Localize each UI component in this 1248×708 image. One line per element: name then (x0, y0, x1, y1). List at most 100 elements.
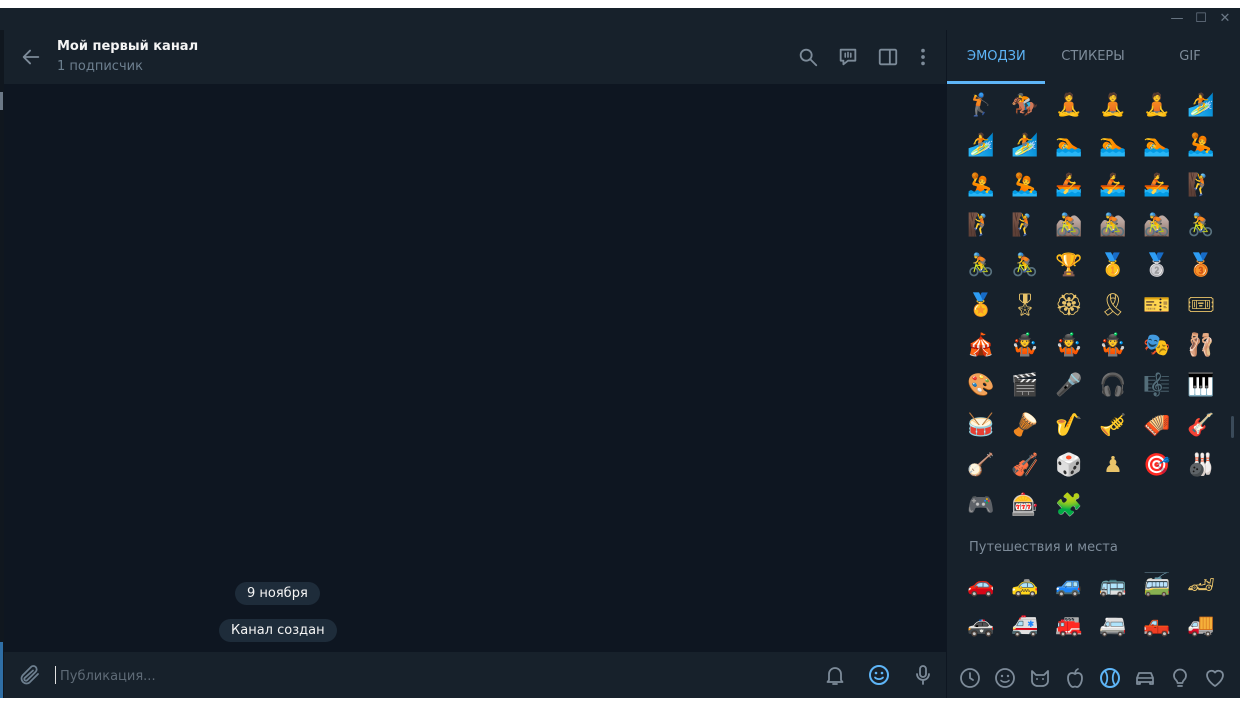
emoji-item[interactable]: 🧘 (1091, 88, 1135, 126)
emoji-item[interactable]: 🎖 (1003, 286, 1047, 326)
emoji-item[interactable]: 🧗 (1179, 166, 1223, 206)
emoji-item[interactable]: 🥁 (959, 406, 1003, 446)
more-icon[interactable] (912, 46, 934, 68)
back-arrow-icon[interactable] (20, 46, 42, 68)
emoji-item[interactable]: 🏌 (959, 88, 1003, 126)
emoji-item[interactable]: 🤽 (1003, 166, 1047, 206)
emoji-item[interactable]: 🚌 (1091, 566, 1135, 606)
emoji-item[interactable]: 🤹 (1091, 326, 1135, 366)
emoji-item[interactable]: 🏵 (1047, 286, 1091, 326)
emoji-item[interactable]: 🚴 (1179, 206, 1223, 246)
emoji-item[interactable]: 🎪 (959, 326, 1003, 366)
apple-icon[interactable] (1063, 666, 1087, 690)
emoji-item[interactable]: 🎫 (1135, 286, 1179, 326)
maximize-button[interactable]: ☐ (1192, 10, 1210, 28)
emoji-item[interactable]: 🧘 (1135, 88, 1179, 126)
emoji-item[interactable]: 🚚 (1179, 606, 1223, 646)
emoji-item[interactable]: 🚵 (1135, 206, 1179, 246)
emoji-item[interactable]: 🚣 (1091, 166, 1135, 206)
emoji-item[interactable]: 🏊 (1047, 126, 1091, 166)
emoji-item[interactable]: 🧗 (1003, 206, 1047, 246)
emoji-item[interactable]: 🧩 (1047, 486, 1091, 526)
chat-title[interactable]: Мой первый канал (57, 39, 198, 54)
heart-icon[interactable] (1203, 666, 1227, 690)
emoji-item[interactable]: 🎬 (1003, 366, 1047, 406)
emoji-item[interactable]: 🚴 (1003, 246, 1047, 286)
tab-emoji[interactable]: ЭМОДЗИ (967, 49, 1026, 64)
minimize-button[interactable]: — (1168, 10, 1186, 28)
emoji-item[interactable]: 🎤 (1047, 366, 1091, 406)
emoji-item[interactable]: 🎷 (1047, 406, 1091, 446)
emoji-item[interactable]: 🎻 (1003, 446, 1047, 486)
microphone-icon[interactable] (911, 663, 935, 687)
scrollbar-thumb[interactable] (1231, 416, 1234, 438)
emoji-item[interactable]: 🎗 (1091, 286, 1135, 326)
emoji-item[interactable]: 🤽 (1179, 126, 1223, 166)
emoji-item[interactable]: 🛻 (1135, 606, 1179, 646)
emoji-item[interactable]: 🏊 (1135, 126, 1179, 166)
emoji-item[interactable]: 🥉 (1179, 246, 1223, 286)
search-icon[interactable] (797, 46, 819, 68)
emoji-item[interactable]: 🏊 (1091, 126, 1135, 166)
emoji-item[interactable]: 🎹 (1179, 366, 1223, 406)
emoji-item[interactable]: 🚵 (1091, 206, 1135, 246)
emoji-item[interactable]: 🧗 (959, 206, 1003, 246)
emoji-item[interactable]: 🎸 (1179, 406, 1223, 446)
emoji-item[interactable]: 🏅 (959, 286, 1003, 326)
emoji-item[interactable]: 🏄 (959, 126, 1003, 166)
emoji-item[interactable]: 🚗 (959, 566, 1003, 606)
sidebar-toggle-icon[interactable] (877, 46, 899, 68)
emoji-item[interactable]: 🤽 (959, 166, 1003, 206)
emoji-item[interactable]: 🚣 (1047, 166, 1091, 206)
emoji-item[interactable]: 🎧 (1091, 366, 1135, 406)
emoji-item[interactable]: 🤹 (1047, 326, 1091, 366)
ball-icon[interactable] (1098, 666, 1122, 690)
emoji-item[interactable]: 🎮 (959, 486, 1003, 526)
emoji-item[interactable]: 🏇 (1003, 88, 1047, 126)
emoji-item[interactable]: 🏄 (1179, 88, 1223, 126)
emoji-item[interactable]: 🎯 (1135, 446, 1179, 486)
emoji-item[interactable]: 🚒 (1047, 606, 1091, 646)
emoji-item[interactable]: 🚐 (1091, 606, 1135, 646)
emoji-item[interactable]: 🎳 (1179, 446, 1223, 486)
emoji-item[interactable]: 🎨 (959, 366, 1003, 406)
emoji-item[interactable]: 🚙 (1047, 566, 1091, 606)
message-input[interactable] (58, 664, 622, 688)
emoji-item[interactable]: 🎲 (1047, 446, 1091, 486)
emoji-item[interactable]: 🚑 (1003, 606, 1047, 646)
emoji-item[interactable]: 🏄 (1003, 126, 1047, 166)
emoji-item[interactable]: 🎟 (1179, 286, 1223, 326)
emoji-item[interactable]: 🎼 (1135, 366, 1179, 406)
recent-icon[interactable] (958, 666, 982, 690)
emoji-item[interactable]: 🏆 (1047, 246, 1091, 286)
bell-icon[interactable] (823, 663, 847, 687)
emoji-item[interactable]: 🪕 (959, 446, 1003, 486)
tab-gif[interactable]: GIF (1175, 49, 1205, 64)
emoji-item[interactable]: 🚣 (1135, 166, 1179, 206)
emoji-item[interactable]: ♟ (1091, 446, 1135, 486)
emoji-item[interactable]: 🪘 (1003, 406, 1047, 446)
emoji-item[interactable]: 🚵 (1047, 206, 1091, 246)
bulb-icon[interactable] (1168, 666, 1192, 690)
emoji-item[interactable]: 🧘 (1047, 88, 1091, 126)
emoji-item[interactable]: 🚎 (1135, 566, 1179, 606)
emoji-item[interactable]: 🚓 (959, 606, 1003, 646)
emoji-item[interactable]: 🩰 (1179, 326, 1223, 366)
paperclip-icon[interactable] (18, 663, 42, 687)
discussion-icon[interactable] (837, 46, 859, 68)
emoji-item[interactable]: 🥈 (1135, 246, 1179, 286)
emoji-item[interactable]: 🎭 (1135, 326, 1179, 366)
emoji-item[interactable]: 🚴 (959, 246, 1003, 286)
emoji-item[interactable]: 🤹 (1003, 326, 1047, 366)
emoji-item[interactable]: 🪗 (1135, 406, 1179, 446)
smile-icon[interactable] (993, 666, 1017, 690)
close-button[interactable]: ✕ (1216, 10, 1234, 28)
emoji-scroll-area[interactable]: 🏌 🏇 🧘 🧘 🧘 🏄 🏄 🏄 🏊 🏊 🏊 🤽 🤽 🤽 🚣 🚣 🚣 🧗 🧗 🧗 🚵 🚵 🚵 🚴 🚴 🚴 🏆 🥇 🥈 🥉 🏅 🎖 🏵 🎗 🎫 🎟 🎪 🤹 🤹 🤹… (947, 88, 1240, 650)
emoji-item[interactable]: 🏎 (1179, 566, 1223, 606)
cat-icon[interactable] (1028, 666, 1052, 690)
emoji-item[interactable]: 🥇 (1091, 246, 1135, 286)
emoji-item[interactable]: 🚕 (1003, 566, 1047, 606)
tab-stickers[interactable]: СТИКЕРЫ (1059, 49, 1127, 64)
emoji-item[interactable]: 🎺 (1091, 406, 1135, 446)
emoji-item[interactable]: 🎰 (1003, 486, 1047, 526)
